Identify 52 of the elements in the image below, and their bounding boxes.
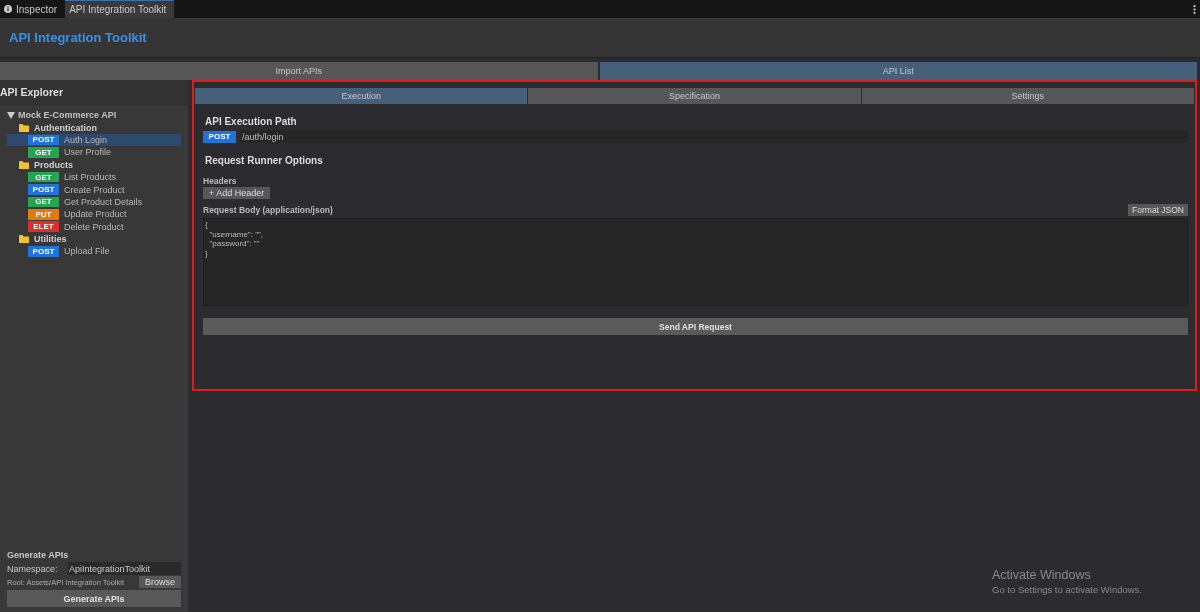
namespace-field[interactable]: ApiIntegrationToolkit (68, 562, 181, 575)
folder-label[interactable]: Authentication (34, 122, 97, 133)
field-label: Request Body (application/json) (203, 205, 333, 215)
method-badge: POST (28, 134, 59, 146)
generate-button[interactable]: Generate APIs (7, 590, 181, 607)
endpoint-item[interactable]: POST Create Product (7, 183, 181, 196)
section-title: Request Runner Options (205, 155, 324, 166)
folder-label[interactable]: Products (34, 159, 73, 170)
more-menu-icon[interactable] (1193, 4, 1196, 14)
activation-notice-text: Go to Settings to activate Windows. (992, 584, 1142, 595)
detail-tab[interactable]: Execution (195, 88, 528, 104)
detail-tab[interactable]: Settings (861, 88, 1194, 104)
path-field: /auth/login (240, 130, 1188, 143)
method-badge: POST (28, 246, 59, 257)
tree-root-label[interactable]: Mock E-Commerce API (18, 110, 117, 121)
endpoint-item[interactable]: GET Get Product Details (7, 195, 181, 209)
endpoint-item[interactable]: POST Auth Login (7, 133, 181, 147)
endpoint-item[interactable]: PUT Update Product (7, 208, 181, 221)
field-label: Namespace: (7, 563, 59, 574)
explorer-title: API Explorer (0, 80, 188, 105)
format-json-button[interactable]: Format JSON (1128, 204, 1188, 216)
detail-tab[interactable]: Specification (528, 88, 861, 104)
method-badge: POST (203, 130, 236, 143)
method-badge: GET (28, 171, 59, 183)
method-badge: PUT (28, 209, 59, 220)
main-tab[interactable]: API List (599, 62, 1197, 80)
app-title: API Integration Toolkit (9, 30, 147, 45)
method-badge: ELET (28, 221, 59, 232)
field-label: Headers (203, 176, 238, 186)
request-body-field[interactable]: { "username": "", "password": "" } (203, 218, 1188, 306)
send-request-button[interactable]: Send API Request (203, 318, 1188, 335)
endpoint-item[interactable]: GET List Products (7, 170, 181, 184)
folder-icon (19, 160, 29, 169)
endpoint-item[interactable]: POST Upload File (7, 245, 181, 258)
endpoint-item[interactable]: ELET Delete Product (7, 220, 181, 233)
method-badge: GET (28, 147, 59, 158)
folder-icon (19, 123, 29, 132)
endpoint-item[interactable]: GET User Profile (7, 146, 181, 159)
section-title: Generate APIs (7, 550, 70, 560)
main-tab[interactable]: Import APIs (0, 62, 598, 80)
editor-tab[interactable]: API Integration Toolkit (65, 0, 175, 18)
expand-triangle-icon[interactable] (7, 111, 15, 119)
editor-tab[interactable]: Inspector (0, 0, 66, 18)
add-header-button[interactable]: + Add Header (203, 187, 271, 199)
method-badge: POST (28, 184, 59, 195)
browse-button[interactable]: Browse (139, 576, 181, 588)
method-badge: GET (28, 196, 59, 208)
info-icon (4, 5, 12, 13)
folder-label[interactable]: Utilities (34, 234, 67, 245)
folder-icon (19, 235, 29, 244)
activation-notice-title: Activate Windows (992, 568, 1092, 582)
section-title: API Execution Path (205, 116, 298, 127)
